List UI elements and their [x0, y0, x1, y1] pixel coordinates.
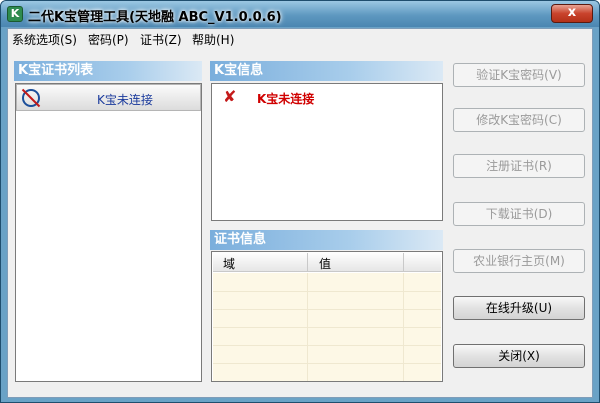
- certinfo-header: 证书信息: [210, 230, 443, 250]
- bank-homepage-button[interactable]: 农业银行主页(M): [453, 249, 585, 273]
- menu-certificate[interactable]: 证书(Z): [140, 31, 182, 48]
- close-button[interactable]: x: [551, 4, 593, 23]
- change-password-button[interactable]: 修改K宝密码(C): [453, 108, 585, 132]
- red-x-icon: ✘: [223, 87, 237, 106]
- certinfo-table-header: 域 值: [213, 252, 441, 272]
- app-logo-icon: K: [7, 6, 23, 22]
- cert-list-panel[interactable]: [15, 83, 202, 382]
- verify-password-button[interactable]: 验证K宝密码(V): [453, 63, 585, 87]
- menu-bar: 系统选项(S) 密码(P) 证书(Z) 帮助(H): [8, 29, 592, 48]
- kinfo-panel: [211, 83, 443, 221]
- online-upgrade-button[interactable]: 在线升级(U): [453, 296, 585, 320]
- col-domain[interactable]: 域: [223, 255, 235, 272]
- menu-system-options[interactable]: 系统选项(S): [12, 31, 77, 48]
- window-title: 二代K宝管理工具(天地融 ABC_V1.0.0.6): [28, 10, 282, 25]
- col-value[interactable]: 值: [319, 255, 331, 272]
- cert-list-item[interactable]: K宝未连接: [16, 84, 201, 111]
- menu-help[interactable]: 帮助(H): [192, 31, 234, 48]
- kinfo-status: K宝未连接: [257, 92, 315, 106]
- title-bar[interactable]: K 二代K宝管理工具(天地融 ABC_V1.0.0.6) x: [1, 1, 599, 27]
- disconnected-icon: [21, 88, 43, 108]
- download-cert-button[interactable]: 下载证书(D): [453, 202, 585, 226]
- menu-password[interactable]: 密码(P): [88, 31, 129, 48]
- certinfo-table-body: [213, 273, 441, 381]
- kinfo-header: K宝信息: [210, 61, 443, 81]
- register-cert-button[interactable]: 注册证书(R): [453, 154, 585, 178]
- close-dialog-button[interactable]: 关闭(X): [453, 344, 585, 368]
- app-window: K 二代K宝管理工具(天地融 ABC_V1.0.0.6) x 系统选项(S) 密…: [0, 0, 600, 403]
- cert-list-header: K宝证书列表: [14, 61, 202, 81]
- cert-list-item-label: K宝未连接: [97, 93, 153, 107]
